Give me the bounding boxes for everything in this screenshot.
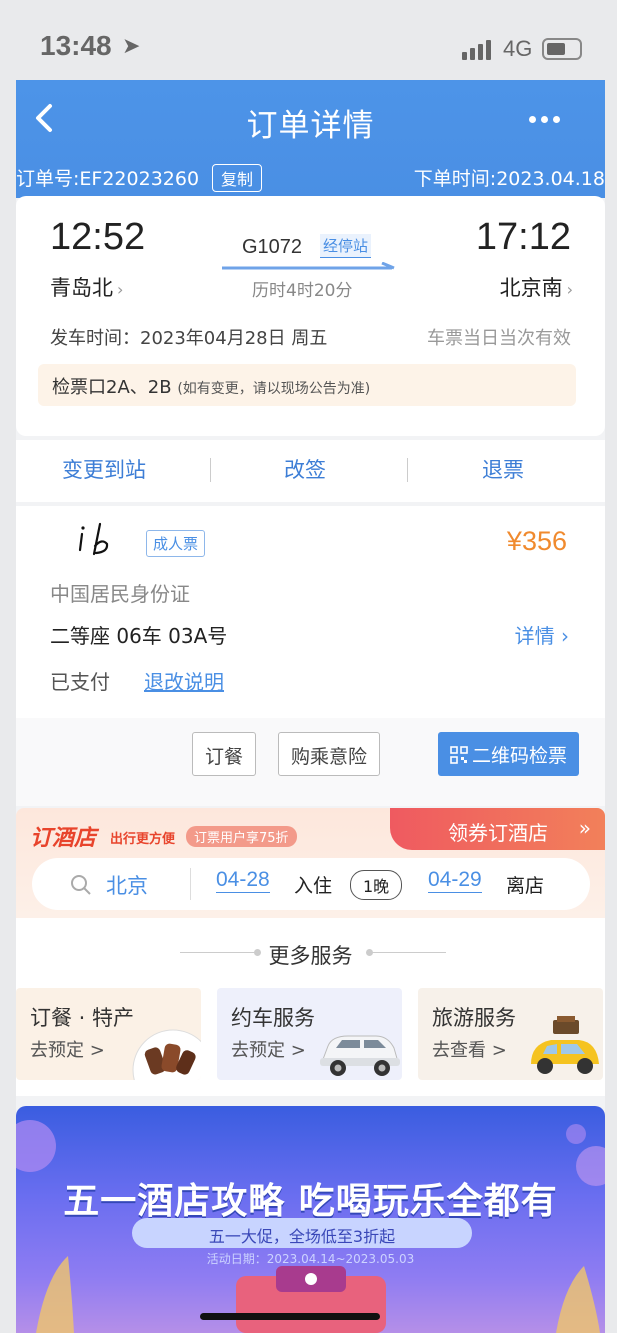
service-subtitle: 去预定 > (30, 1040, 105, 1061)
hotel-search-bar[interactable]: 北京 04-28 入住 1晚 04-29 离店 (32, 858, 590, 910)
hotel-city[interactable]: 北京 (106, 870, 148, 900)
service-subtitle: 去查看 > (432, 1040, 507, 1061)
promo-banner[interactable]: 五一酒店攻略 吃喝玩乐全都有 五一大促，全场低至3折起 活动日期：2023.04… (16, 1106, 605, 1333)
insurance-button[interactable]: 购乘意险 (278, 732, 381, 776)
promo-title: 五一酒店攻略 吃喝玩乐全都有 (63, 1181, 558, 1222)
checkin-date[interactable]: 04-28 (216, 868, 270, 893)
detail-label: 详情 (514, 624, 555, 648)
services-row: 订餐 · 特产 去预定 > 约车服务 去预定 > 旅游服务 去查看 > (16, 984, 605, 1096)
service-title: 订餐 · 特产 (30, 1006, 135, 1030)
signal-icon (462, 38, 496, 60)
more-services-header: 更多服务 (16, 918, 605, 984)
checkin-label: 入住 (294, 875, 333, 897)
stops-link[interactable]: 经停站 (320, 234, 372, 258)
service-travel[interactable]: 旅游服务 去查看 > (418, 988, 603, 1080)
departure-time: 12:52 (50, 216, 146, 258)
gate-info: 检票口2A、2B (如有变更，请以现场公告为准) (38, 364, 576, 406)
divider (370, 952, 446, 953)
seat-info: 二等座 06车 03A号 (50, 624, 228, 648)
validity-note: 车票当日当次有效 (427, 328, 571, 349)
reschedule-button[interactable]: 改签 (284, 454, 326, 484)
coupon-label: 领券订酒店 (448, 821, 548, 845)
change-station-button[interactable]: 变更到站 (62, 454, 146, 484)
train-number: G1072 (242, 236, 303, 258)
departure-date: 发车时间：2023年04月28日 周五 (50, 328, 328, 349)
payment-status: 已支付 (50, 670, 110, 694)
chevron-right-icon: › (117, 280, 124, 299)
route-arrow-icon (222, 262, 395, 270)
more-services-title: 更多服务 (268, 944, 353, 968)
arrival-station[interactable]: 北京南 › (500, 272, 573, 302)
passenger-name-handwriting (78, 522, 109, 556)
divider (407, 458, 408, 482)
copy-button[interactable]: 复制 (212, 164, 263, 192)
arrival-station-label: 北京南 (499, 276, 563, 300)
service-subtitle: 去预定 > (231, 1040, 306, 1061)
car-icon (320, 1035, 400, 1076)
refund-rules-link[interactable]: 退改说明 (144, 666, 224, 695)
qr-checkin-button[interactable]: 二维码检票 (437, 732, 579, 776)
refund-button[interactable]: 退票 (482, 454, 524, 484)
service-title: 旅游服务 (432, 1006, 516, 1030)
divider (190, 868, 191, 900)
checkout-label: 离店 (506, 875, 545, 897)
hotel-title: 订酒店 (30, 826, 97, 851)
service-meal-specialty[interactable]: 订餐 · 特产 去预定 > (16, 988, 201, 1080)
page-title: 订单详情 (246, 108, 375, 144)
network-type: 4G (503, 36, 533, 61)
status-time: 13:48 (40, 30, 112, 61)
chevron-right-icon: › (561, 624, 569, 648)
header: 订单详情 订单号:EF22023260 复制 下单时间:2023.04.18 (16, 80, 605, 198)
departure-station-label: 青岛北 (50, 276, 113, 300)
coupon-banner[interactable]: 领券订酒店 » (390, 808, 605, 850)
meal-button[interactable]: 订餐 (192, 732, 257, 776)
home-indicator[interactable] (200, 1313, 380, 1320)
passenger-card: 成人票 ¥356 中国居民身份证 二等座 06车 03A号 详情 › 已支付 退… (16, 506, 605, 806)
ticket-price: ¥356 (506, 526, 567, 556)
promo-subtitle: 五一大促，全场低至3折起 (208, 1227, 396, 1246)
hotel-promo-badge: 订票用户享75折 (186, 826, 297, 847)
order-number: 订单号:EF22023260 (16, 168, 200, 190)
frame-right (605, 0, 617, 1333)
gate-label: 检票口2A、2B (如有变更，请以现场公告为准) (52, 373, 370, 399)
detail-link[interactable]: 详情 › (515, 620, 569, 649)
hotel-card: 订酒店 出行更方便 订票用户享75折 领券订酒店 » 北京 04-28 入住 1… (16, 808, 605, 918)
order-time: 下单时间:2023.04.18 (413, 168, 605, 190)
trip-card: 12:52 17:12 青岛北 › 北京南 › G1072 经停站 历时4时20分 … (16, 196, 605, 436)
id-type: 中国居民身份证 (50, 582, 190, 606)
search-icon (71, 875, 91, 895)
promo-subtitle-pill: 五一大促，全场低至3折起 (132, 1218, 472, 1248)
qr-code-icon (450, 746, 468, 764)
service-car[interactable]: 约车服务 去预定 > (217, 988, 402, 1080)
battery-icon (542, 38, 582, 60)
qr-checkin-label: 二维码检票 (471, 745, 567, 767)
divider (210, 458, 211, 482)
travel-car-luggage-icon (531, 1016, 599, 1074)
gate-note: (如有变更，请以现场公告为准) (177, 381, 371, 397)
arrival-time: 17:12 (475, 216, 571, 258)
double-chevron-right-icon: » (578, 816, 591, 840)
chevron-right-icon: › (566, 280, 573, 299)
ticket-button-row: 订餐 购乘意险 二维码检票 (16, 718, 605, 806)
service-title: 约车服务 (231, 1006, 315, 1030)
action-row: 变更到站 改签 退票 (16, 440, 605, 502)
checkout-date[interactable]: 04-29 (428, 868, 482, 893)
hotel-slogan: 出行更方便 (110, 832, 176, 847)
location-arrow-icon: ➤ (122, 34, 141, 59)
gate-number: 检票口2A、2B (52, 377, 172, 398)
food-plate-icon (132, 1029, 201, 1080)
duration: 历时4时20分 (252, 281, 353, 301)
ticket-type-badge: 成人票 (146, 530, 206, 557)
promo-dates: 活动日期：2023.04.14~2023.05.03 (206, 1252, 415, 1266)
more-icon[interactable] (529, 108, 569, 123)
nights-badge: 1晚 (350, 870, 403, 900)
frame-left (0, 0, 16, 1333)
departure-station[interactable]: 青岛北 › (50, 272, 123, 302)
status-bar: 13:48 ➤ 4G (0, 0, 617, 80)
